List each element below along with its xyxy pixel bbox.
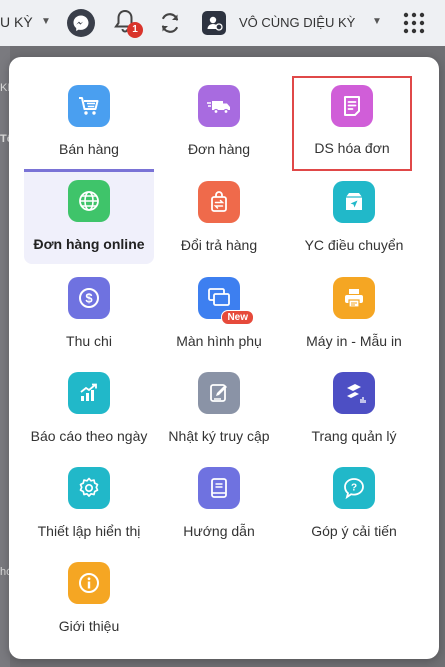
messenger-icon[interactable] [67, 9, 95, 37]
menu-item-ds-hoa-don[interactable]: DS hóa đơn [292, 76, 412, 171]
menu-item-trang-quan-ly[interactable]: Trang quản lý [289, 370, 419, 460]
management-logo-icon [333, 372, 375, 414]
app-grid-icon[interactable] [403, 12, 425, 34]
menu-item-label: Góp ý cải tiến [311, 523, 397, 539]
transfer-box-icon [333, 181, 375, 223]
menu-item-doi-tra-hang[interactable]: Đổi trả hàng [154, 179, 284, 269]
menu-item-label: Thiết lập hiển thị [37, 523, 141, 539]
menu-item-label: Màn hình phụ [176, 333, 262, 349]
menu-item-label: Máy in - Mẫu in [306, 333, 402, 349]
store-name[interactable]: U KỲ [0, 14, 33, 30]
menu-item-thiet-lap-hien-thi[interactable]: Thiết lập hiển thị [24, 465, 154, 555]
menu-item-label: Bán hàng [59, 141, 119, 157]
menu-item-label: Trang quản lý [311, 428, 397, 444]
svg-text:$: $ [85, 291, 93, 306]
feedback-bubble-icon: ? [333, 467, 375, 509]
chart-up-icon [68, 372, 110, 414]
menu-item-man-hinh-phu[interactable]: New Màn hình phụ [154, 275, 284, 365]
secondary-screen-icon: New [198, 277, 254, 325]
dollar-coin-icon: $ [68, 277, 110, 319]
edit-note-icon [198, 372, 240, 414]
svg-text:?: ? [351, 483, 357, 494]
sync-icon[interactable] [157, 10, 183, 36]
menu-item-yc-dieu-chuyen[interactable]: YC điều chuyển [289, 179, 419, 269]
menu-item-label: Nhật ký truy cập [168, 428, 270, 444]
menu-item-label: Báo cáo theo ngày [30, 428, 148, 444]
user-dropdown-caret-icon[interactable]: ▼ [372, 16, 382, 27]
printer-icon [333, 277, 375, 319]
gear-icon [68, 467, 110, 509]
top-bar: U KỲ ▼ 1 VÔ CÙNG DIỆU KỲ ▼ [0, 0, 445, 46]
globe-icon [68, 180, 110, 222]
menu-item-label: Giới thiệu [58, 618, 120, 634]
invoice-icon [331, 85, 373, 127]
menu-item-don-hang-online[interactable]: Đơn hàng online [24, 169, 154, 264]
menu-item-gop-y-cai-tien[interactable]: ? Góp ý cải tiến [289, 465, 419, 555]
delivery-truck-icon [198, 85, 240, 127]
menu-item-huong-dan[interactable]: Hướng dẫn [154, 465, 284, 555]
info-icon [68, 562, 110, 604]
new-badge: New [221, 310, 254, 325]
user-name[interactable]: VÔ CÙNG DIỆU KỲ [239, 15, 355, 30]
menu-item-label: Hướng dẫn [183, 523, 255, 539]
menu-item-label: Thu chi [66, 333, 112, 349]
guide-book-icon [198, 467, 240, 509]
menu-item-gioi-thieu[interactable]: Giới thiệu [24, 560, 154, 650]
user-avatar-icon[interactable] [202, 11, 226, 35]
notification-count-badge: 1 [127, 22, 143, 38]
menu-item-bao-cao-theo-ngay[interactable]: Báo cáo theo ngày [24, 370, 154, 460]
menu-item-label: Đơn hàng [187, 141, 251, 157]
menu-item-nhat-ky-truy-cap[interactable]: Nhật ký truy cập [154, 370, 284, 460]
menu-item-label: DS hóa đơn [314, 140, 390, 156]
cart-icon [68, 85, 110, 127]
return-bag-icon [198, 181, 240, 223]
menu-item-label: Đơn hàng online [33, 236, 145, 252]
app-menu-panel: Bán hàng Đơn hàng DS hóa đơn Đơn hàng on… [9, 57, 439, 659]
menu-item-ban-hang[interactable]: Bán hàng [24, 83, 154, 173]
menu-item-label: YC điều chuyển [304, 237, 404, 253]
store-dropdown-caret-icon[interactable]: ▼ [41, 16, 51, 27]
menu-item-don-hang[interactable]: Đơn hàng [154, 83, 284, 173]
menu-item-label: Đổi trả hàng [180, 237, 258, 253]
menu-item-may-in-mau-in[interactable]: Máy in - Mẫu in [289, 275, 419, 365]
menu-item-thu-chi[interactable]: $ Thu chi [24, 275, 154, 365]
